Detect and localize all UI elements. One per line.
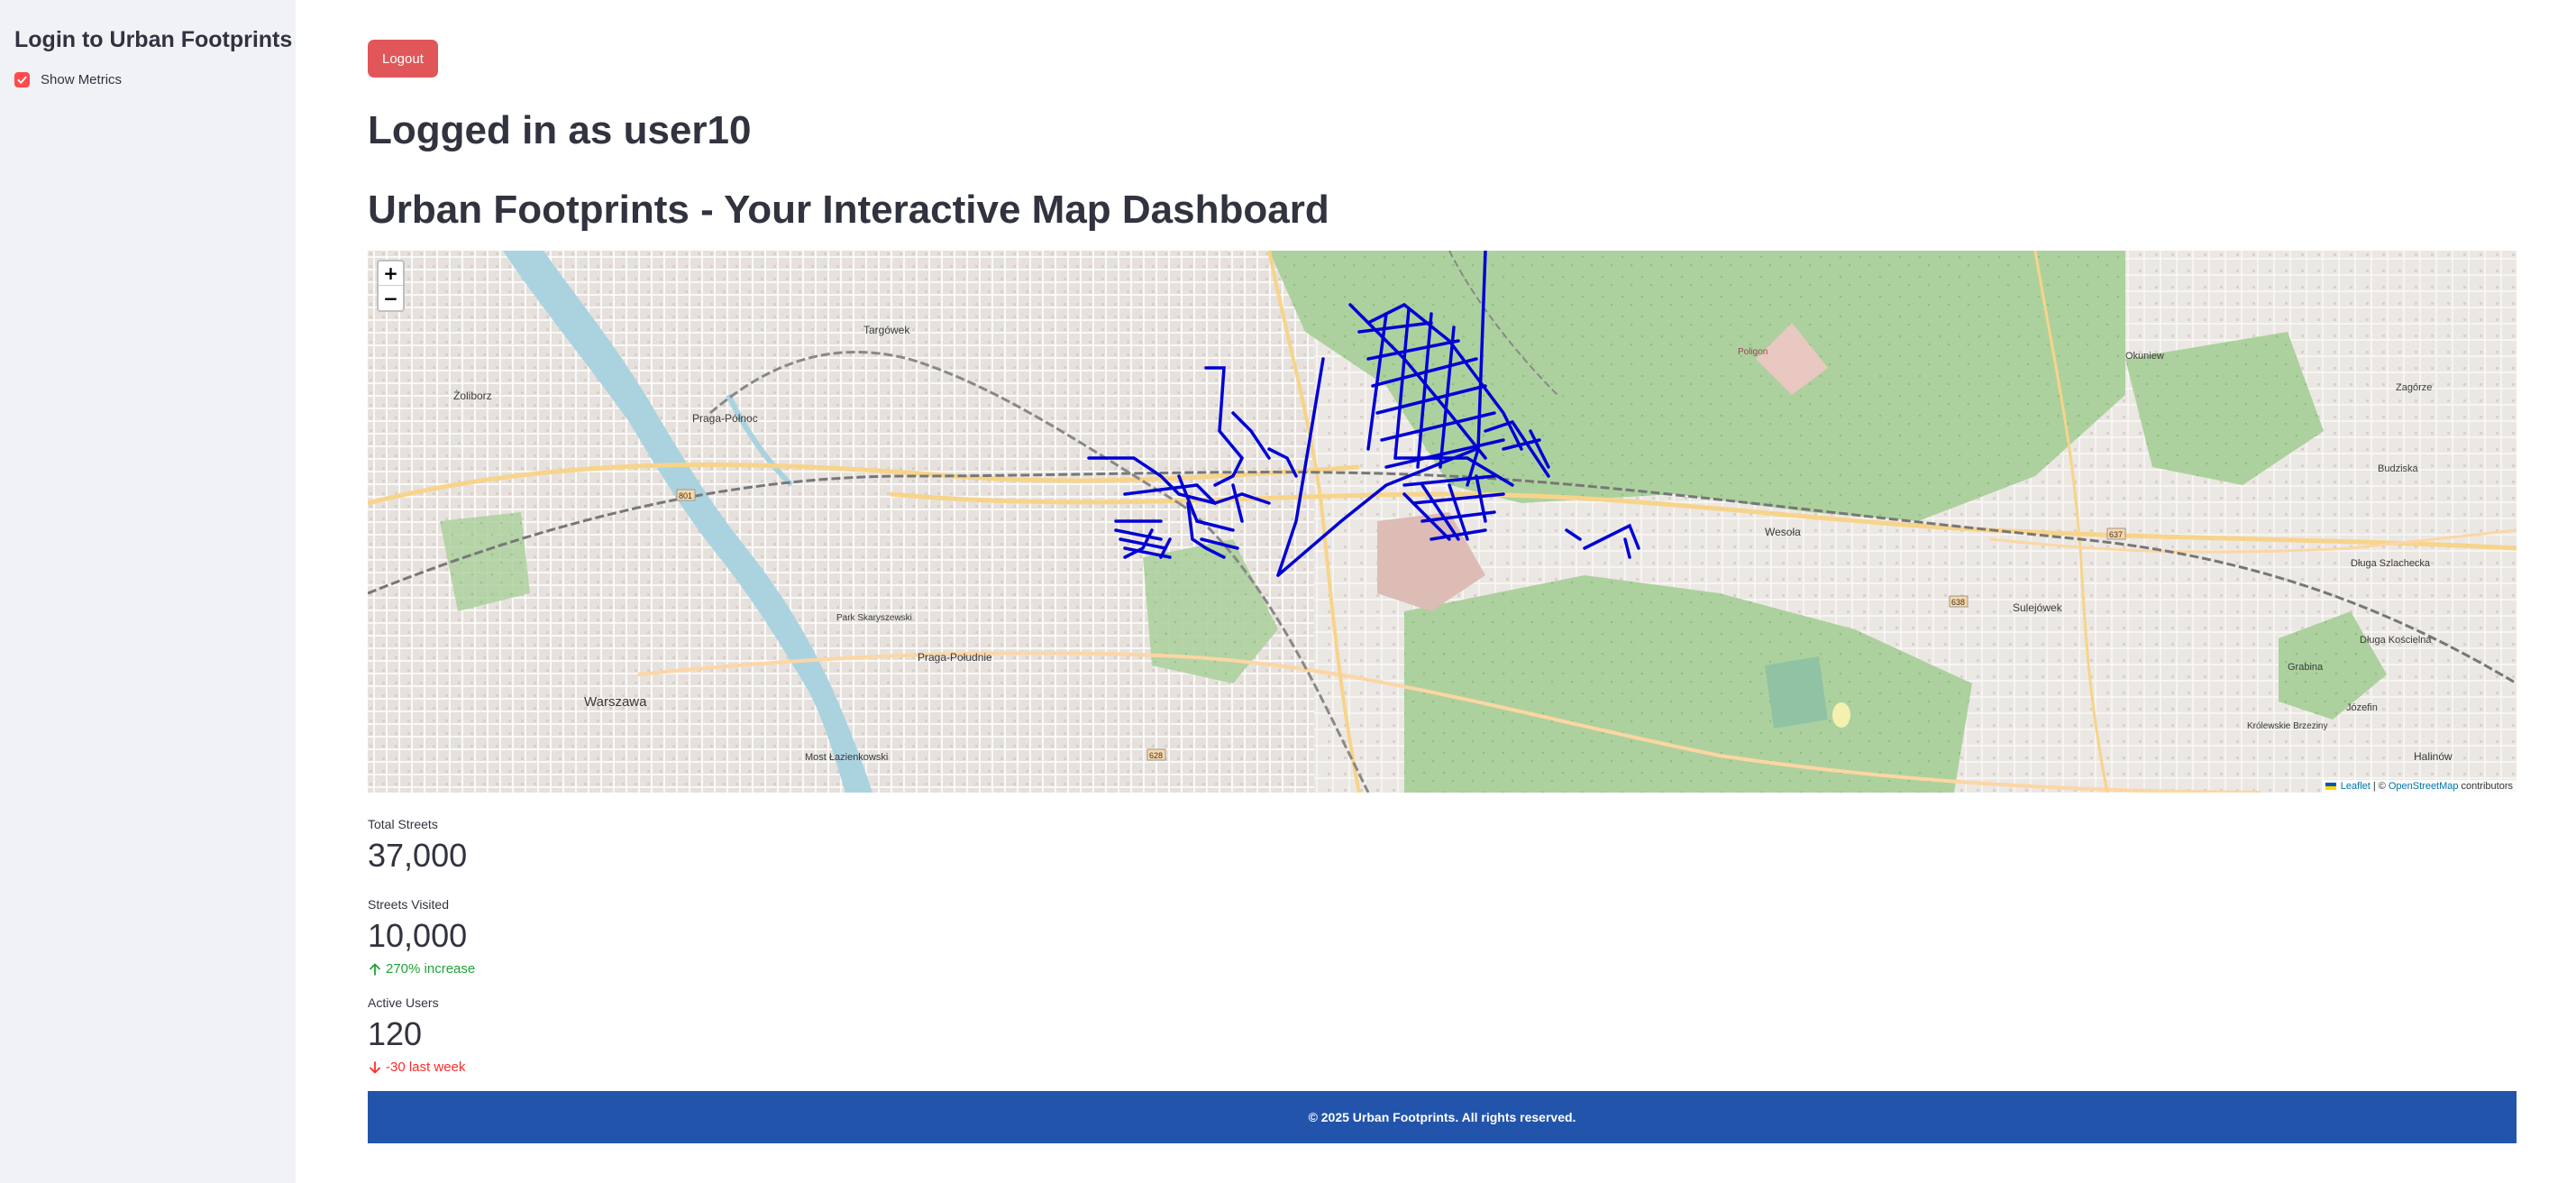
place-label-halinow: Halinów [2414, 750, 2453, 763]
place-label-poligon: Poligon [1738, 347, 1768, 357]
road-label-628: 628 [1149, 751, 1163, 760]
road-label-638: 638 [1951, 598, 1965, 607]
road-label-801: 801 [679, 491, 692, 500]
interactive-map[interactable]: Żoliborz Praga-Północ Targówek Warszawa … [368, 251, 2517, 793]
checkbox-checked-icon[interactable] [14, 72, 30, 87]
place-label-praga-polnoc: Praga-Północ [692, 412, 758, 425]
metric-delta-streets-visited: 270% increase [368, 961, 475, 977]
place-label-dluga-koscielna: Długa Kościelna [2360, 635, 2432, 646]
logged-in-heading: Logged in as user10 [368, 108, 752, 152]
main-content: Logout Logged in as user10 Urban Footpri… [368, 0, 2517, 1183]
metric-label-total-streets: Total Streets [368, 817, 438, 831]
place-label-targowek: Targówek [863, 324, 910, 336]
sidebar: Login to Urban Footprints Show Metrics [0, 0, 296, 1183]
ukraine-flag-icon [2325, 783, 2336, 790]
place-label-krolewskie-brzeziny: Królewskie Brzeziny [2247, 721, 2327, 731]
show-metrics-label: Show Metrics [41, 72, 123, 87]
place-label-zagorze: Zagórze [2396, 382, 2432, 393]
place-label-grabina: Grabina [2288, 662, 2324, 673]
openstreetmap-link[interactable]: OpenStreetMap [2389, 781, 2459, 792]
show-metrics-checkbox[interactable]: Show Metrics [14, 72, 122, 87]
metric-delta-text: 270% increase [386, 961, 476, 977]
leaflet-link[interactable]: Leaflet [2341, 781, 2370, 792]
metric-value-active-users: 120 [368, 1015, 423, 1052]
logout-button[interactable]: Logout [368, 40, 438, 78]
place-label-praga-poludnie: Praga-Południe [918, 651, 992, 664]
place-label-sulejowek: Sulejówek [2013, 601, 2063, 614]
place-label-zoliborz: Żoliborz [453, 390, 492, 402]
place-label-okuniew: Okuniew [2125, 351, 2164, 362]
place-label-park-skaryszewski: Park Skaryszewski [836, 613, 912, 623]
metric-delta-text: -30 last week [386, 1059, 466, 1075]
metric-label-streets-visited: Streets Visited [368, 897, 450, 912]
metric-value-streets-visited: 10,000 [368, 917, 468, 954]
metric-delta-active-users: -30 last week [368, 1059, 465, 1075]
place-label-warszawa: Warszawa [584, 694, 647, 710]
place-label-jozefin: Józefin [2346, 702, 2378, 713]
metric-label-active-users: Active Users [368, 995, 439, 1010]
zoom-out-button[interactable]: − [379, 286, 403, 310]
road-label-637: 637 [2109, 530, 2123, 539]
arrow-up-icon [370, 963, 380, 976]
place-label-budziska: Budziska [2378, 463, 2419, 474]
map-attribution: Leaflet | © OpenStreetMap contributors [2321, 780, 2517, 793]
attribution-separator: | © [2372, 781, 2386, 792]
sidebar-title: Login to Urban Footprints [14, 27, 293, 52]
footer: © 2025 Urban Footprints. All rights rese… [368, 1091, 2517, 1143]
attribution-contributors: contributors [2461, 781, 2513, 792]
zoom-in-button[interactable]: + [379, 261, 403, 286]
zoom-controls: + − [377, 260, 405, 312]
metric-value-total-streets: 37,000 [368, 837, 468, 874]
footer-copyright: © 2025 Urban Footprints. All rights rese… [1308, 1110, 1576, 1124]
map-tiles[interactable]: Żoliborz Praga-Północ Targówek Warszawa … [368, 251, 2517, 793]
place-label-wesola: Wesoła [1765, 526, 1801, 538]
page-title: Urban Footprints - Your Interactive Map … [368, 188, 1329, 232]
place-label-most: Most Łazienkowski [805, 752, 888, 763]
arrow-down-icon [370, 1060, 380, 1073]
place-label-dluga-szlachecka: Długa Szlachecka [2351, 558, 2431, 569]
app-root: Login to Urban Footprints Show Metrics L… [0, 0, 2576, 1183]
